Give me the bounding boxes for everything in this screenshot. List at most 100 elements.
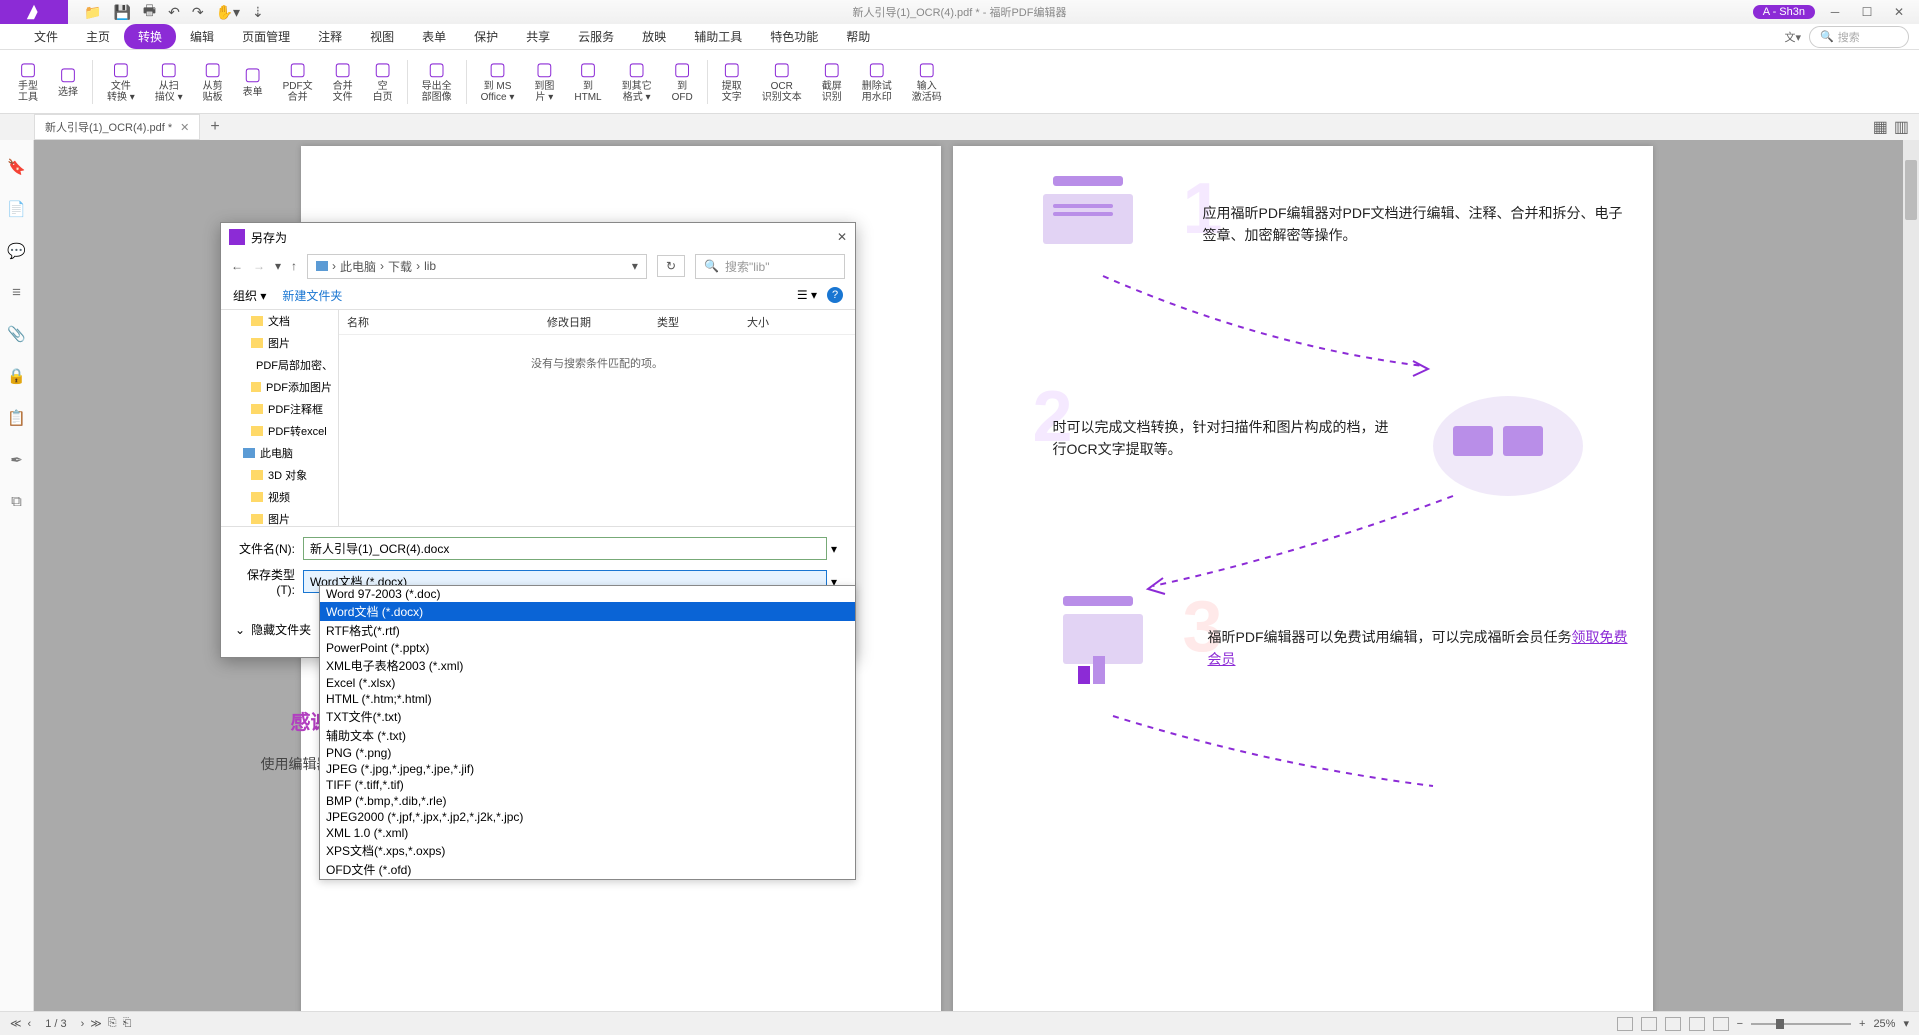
col-size[interactable]: 大小: [739, 314, 809, 330]
close-button[interactable]: ✕: [1887, 2, 1911, 22]
filetype-dropdown[interactable]: Word 97-2003 (*.doc)Word文档 (*.docx)RTF格式…: [319, 585, 856, 880]
new-folder-button[interactable]: 新建文件夹: [282, 287, 342, 304]
next-page-icon[interactable]: ›: [81, 1018, 85, 1030]
nav-icon-1[interactable]: ⎘: [108, 1017, 117, 1030]
hand-icon[interactable]: ✋▾: [216, 4, 240, 21]
dropdown-item[interactable]: 辅助文本 (*.txt): [320, 726, 855, 745]
view-mode-icon[interactable]: ☰ ▾: [797, 288, 817, 302]
zoom-slider[interactable]: [1751, 1023, 1851, 1025]
tree-item[interactable]: 图片: [221, 332, 338, 354]
menu-item[interactable]: 特色功能: [756, 24, 832, 49]
ribbon-button[interactable]: ▢输入 激活码: [902, 54, 952, 110]
compare-icon[interactable]: ⧉: [11, 493, 22, 510]
menu-item[interactable]: 文件: [20, 24, 72, 49]
ribbon-button[interactable]: ▢从扫 描仪 ▾: [145, 54, 193, 110]
menu-item[interactable]: 放映: [628, 24, 680, 49]
menu-item[interactable]: 帮助: [832, 24, 884, 49]
ribbon-button[interactable]: ▢截屏 识别: [812, 54, 852, 110]
dropdown-item[interactable]: Excel (*.xlsx): [320, 675, 855, 691]
comment-icon[interactable]: 💬: [7, 242, 26, 260]
dropdown-item[interactable]: Word文档 (*.docx): [320, 602, 855, 621]
dropdown-item[interactable]: PNG (*.png): [320, 745, 855, 761]
minimize-button[interactable]: ─: [1823, 2, 1847, 22]
zoom-dropdown-icon[interactable]: ▾: [1903, 1017, 1909, 1030]
ribbon-button[interactable]: ▢从剪 贴板: [193, 54, 233, 110]
add-tab-button[interactable]: +: [200, 114, 229, 140]
ribbon-button[interactable]: ▢选择: [48, 54, 88, 110]
menu-item[interactable]: 表单: [408, 24, 460, 49]
dropdown-item[interactable]: Word 97-2003 (*.doc): [320, 586, 855, 602]
search-box[interactable]: 🔍 搜索: [1809, 26, 1909, 48]
dropdown-item[interactable]: TIFF (*.tiff,*.tif): [320, 777, 855, 793]
dropdown-item[interactable]: JPEG2000 (*.jpf,*.jpx,*.jp2,*.j2k,*.jpc): [320, 809, 855, 825]
print-icon[interactable]: 🖶: [143, 0, 156, 24]
menu-item[interactable]: 转换: [124, 24, 176, 49]
vertical-scrollbar[interactable]: [1903, 140, 1919, 1011]
document-tab[interactable]: 新人引导(1)_OCR(4).pdf * ✕: [34, 114, 200, 140]
view-cont-facing-icon[interactable]: [1689, 1017, 1705, 1031]
ribbon-button[interactable]: ▢到其它 格式 ▾: [612, 54, 662, 110]
ribbon-button[interactable]: ▢删除试 用水印: [852, 54, 902, 110]
menu-item[interactable]: 云服务: [564, 24, 628, 49]
prev-page-icon[interactable]: ‹: [28, 1018, 32, 1030]
tree-item[interactable]: PDF局部加密、: [221, 354, 338, 376]
menu-item[interactable]: 编辑: [176, 24, 228, 49]
dropdown-item[interactable]: PowerPoint (*.pptx): [320, 640, 855, 656]
dropdown-item[interactable]: RTF格式(*.rtf): [320, 621, 855, 640]
attachment-icon[interactable]: 📎: [7, 325, 26, 343]
ribbon-button[interactable]: ▢OCR 识别文本: [752, 54, 812, 110]
file-list[interactable]: 名称 修改日期 类型 大小 没有与搜索条件匹配的项。: [339, 310, 855, 526]
user-badge[interactable]: A - Sh3n: [1753, 5, 1815, 19]
dropdown-item[interactable]: BMP (*.bmp,*.dib,*.rle): [320, 793, 855, 809]
menu-item[interactable]: 页面管理: [228, 24, 304, 49]
ribbon-button[interactable]: ▢到 OFD: [662, 54, 703, 110]
ribbon-button[interactable]: ▢合并 文件: [323, 54, 363, 110]
save-icon[interactable]: 💾: [113, 4, 130, 21]
menu-item[interactable]: 主页: [72, 24, 124, 49]
tree-item[interactable]: PDF转excel: [221, 420, 338, 442]
tree-item[interactable]: 3D 对象: [221, 464, 338, 486]
undo-icon[interactable]: ↶: [168, 4, 180, 21]
organize-button[interactable]: 组织 ▾: [233, 287, 266, 304]
qat-more-icon[interactable]: ⇣: [252, 4, 264, 21]
dropdown-item[interactable]: XML 1.0 (*.xml): [320, 825, 855, 841]
tree-item[interactable]: 文档: [221, 310, 338, 332]
grid-view-icon[interactable]: ▦: [1873, 117, 1888, 137]
bookmark-icon[interactable]: 🔖: [7, 158, 26, 176]
nav-up-icon[interactable]: ↑: [291, 259, 297, 273]
dropdown-item[interactable]: JPEG (*.jpg,*.jpeg,*.jpe,*.jif): [320, 761, 855, 777]
folder-tree[interactable]: 文档图片PDF局部加密、PDF添加图片PDF注释框PDF转excel此电脑3D …: [221, 310, 339, 526]
ribbon-button[interactable]: ▢导出全 部图像: [412, 54, 462, 110]
first-page-icon[interactable]: ≪: [10, 1017, 22, 1030]
address-bar[interactable]: ›此电脑 ›下载 ›lib ▾: [307, 254, 647, 279]
menu-item[interactable]: 视图: [356, 24, 408, 49]
dropdown-item[interactable]: XML电子表格2003 (*.xml): [320, 656, 855, 675]
col-name[interactable]: 名称: [339, 314, 539, 330]
help-icon[interactable]: ?: [827, 287, 843, 303]
nav-forward-icon[interactable]: →: [253, 259, 265, 273]
ribbon-button[interactable]: ▢空 白页: [363, 54, 403, 110]
view-facing-icon[interactable]: [1665, 1017, 1681, 1031]
tab-close-icon[interactable]: ✕: [180, 121, 189, 134]
nav-dropdown-icon[interactable]: ▾: [275, 259, 281, 273]
dialog-close-icon[interactable]: ✕: [837, 230, 847, 244]
tree-item[interactable]: 视频: [221, 486, 338, 508]
ribbon-button[interactable]: ▢PDF文 合并: [273, 54, 323, 110]
scrollbar-thumb[interactable]: [1905, 160, 1917, 220]
menu-item[interactable]: 共享: [512, 24, 564, 49]
layers-icon[interactable]: ≡: [12, 284, 21, 301]
view-single-icon[interactable]: [1617, 1017, 1633, 1031]
ribbon-button[interactable]: ▢表单: [233, 54, 273, 110]
note-icon[interactable]: 📋: [7, 409, 26, 427]
pages-icon[interactable]: 📄: [7, 200, 26, 218]
menu-dropdown-icon[interactable]: 文▾: [1784, 29, 1801, 45]
zoom-out-icon[interactable]: −: [1737, 1018, 1743, 1030]
dropdown-item[interactable]: HTML (*.htm;*.html): [320, 691, 855, 707]
hide-folders-link[interactable]: 隐藏文件夹: [251, 621, 311, 638]
tree-item[interactable]: 此电脑: [221, 442, 338, 464]
dropdown-item[interactable]: XPS文档(*.xps,*.oxps): [320, 841, 855, 860]
col-date[interactable]: 修改日期: [539, 314, 649, 330]
signature-icon[interactable]: ✒: [10, 451, 23, 469]
open-icon[interactable]: 📁: [84, 4, 101, 21]
menu-item[interactable]: 注释: [304, 24, 356, 49]
